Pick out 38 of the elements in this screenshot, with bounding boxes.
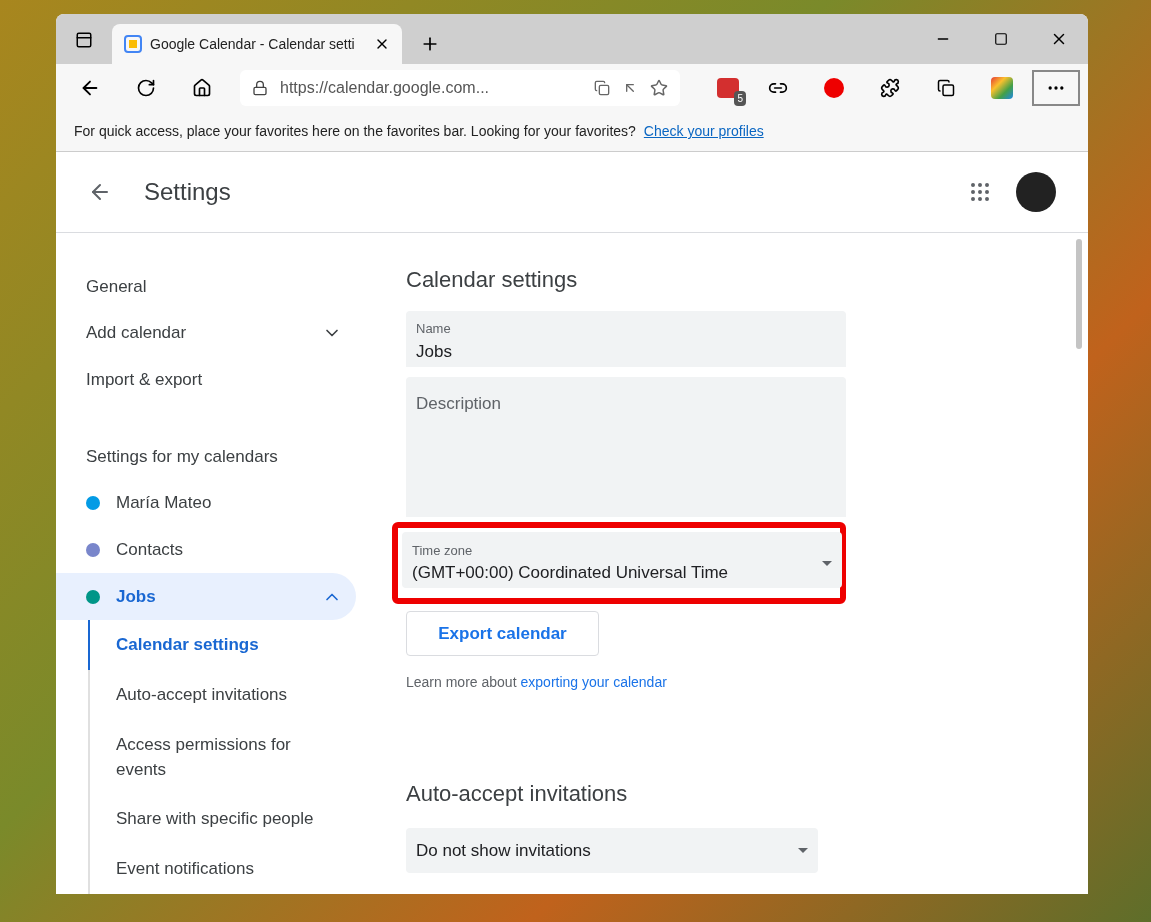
sidebar-subitem[interactable]: Event notifications <box>88 844 356 894</box>
section-title: Auto-accept invitations <box>406 780 629 808</box>
calendar-item[interactable]: María Mateo <box>56 479 356 527</box>
sidebar-item[interactable]: Import & export <box>56 356 356 404</box>
sidebar-subitem[interactable]: Access permissions for events <box>88 720 356 795</box>
browser-tab[interactable]: Google Calendar - Calendar setti <box>112 24 402 64</box>
exporting-link[interactable]: exporting your calendar <box>520 672 667 693</box>
extension-badge: 5 <box>734 91 746 106</box>
more-icon[interactable] <box>1032 70 1080 106</box>
dropdown-caret-icon <box>798 848 808 853</box>
sidebar-subitem[interactable]: Calendar settings <box>88 620 356 671</box>
page-title: Settings <box>144 177 231 207</box>
sidebar-item[interactable]: Add calendar <box>56 309 356 357</box>
tab-title: Google Calendar - Calendar setti <box>150 34 355 54</box>
dropdown-caret-icon <box>822 560 832 566</box>
timezone-select[interactable]: Time zone (GMT+00:00) Coordinated Universal Time <box>402 532 842 588</box>
calendar-favicon-icon <box>124 35 142 53</box>
avatar[interactable] <box>1016 172 1056 212</box>
sidebar-subitem[interactable]: Share with specific people <box>88 794 356 845</box>
learn-more-text: Learn more about <box>406 673 517 692</box>
sidebar-heading: Settings for my calendars <box>85 445 279 468</box>
url-text: https://calendar.google.com... <box>280 78 489 98</box>
export-calendar-button[interactable]: Export calendar <box>406 611 599 656</box>
invitations-select[interactable]: Do not show invitations <box>406 828 818 873</box>
name-field[interactable]: Name Jobs <box>406 311 846 367</box>
calendar-item[interactable]: Jobs <box>56 573 356 621</box>
address-bar[interactable]: https://calendar.google.com... <box>240 70 680 106</box>
add-favorite-icon[interactable] <box>650 79 668 97</box>
check-profiles-link[interactable]: Check your profiles <box>643 121 764 142</box>
extension-icon[interactable] <box>717 78 739 98</box>
calendar-item[interactable]: Contacts <box>56 526 356 574</box>
favorites-message: For quick access, place your favorites here on the favorites bar. Looking for your favorites? <box>74 122 636 141</box>
apps-grid-icon[interactable] <box>968 180 992 204</box>
sidebar-item[interactable]: General <box>56 263 356 310</box>
sidebar-subitem[interactable]: Auto-accept invitations <box>88 670 356 721</box>
description-field[interactable]: Description <box>406 377 846 517</box>
section-title: Calendar settings <box>406 266 579 293</box>
lock-icon <box>252 80 268 96</box>
